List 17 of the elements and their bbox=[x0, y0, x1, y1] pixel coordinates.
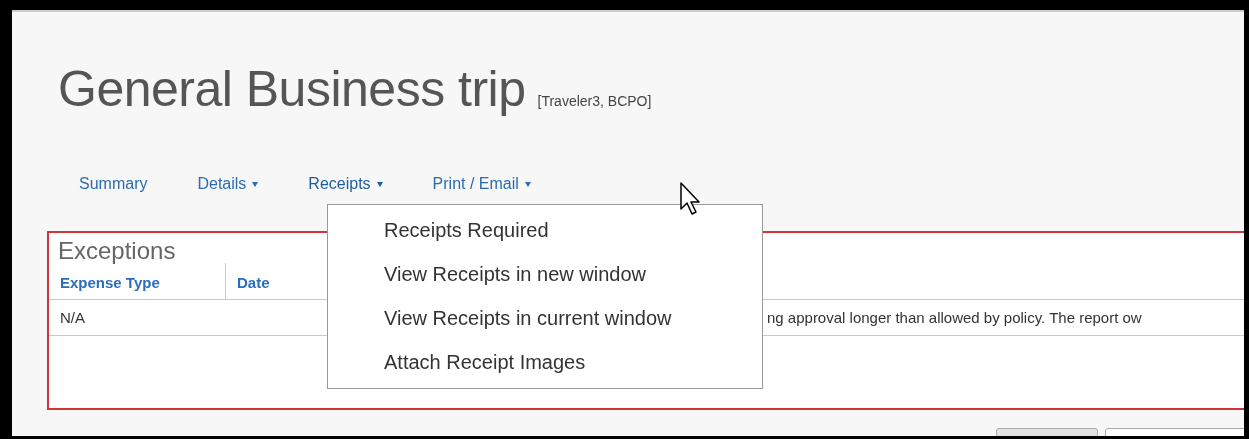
caret-icon bbox=[252, 181, 259, 187]
menu-item[interactable]: View Receipts in current window bbox=[328, 299, 762, 343]
nav-link[interactable]: Summary bbox=[79, 175, 148, 193]
report-title: General Business trip bbox=[58, 60, 526, 118]
column-header[interactable]: Expense Type bbox=[49, 263, 226, 299]
menu-item[interactable]: Attach Receipt Images bbox=[328, 343, 762, 387]
report-owner: [Traveler3, BCPO] bbox=[537, 93, 652, 109]
nav-link[interactable]: Receipts bbox=[308, 175, 383, 193]
caret-icon bbox=[524, 181, 531, 187]
menu-item[interactable]: View Receipts in new window bbox=[328, 255, 762, 299]
menu-item[interactable]: Receipts Required bbox=[328, 211, 762, 255]
table-cell: N/A bbox=[60, 309, 85, 326]
caret-icon bbox=[376, 181, 383, 187]
nav-link[interactable]: Print / Email bbox=[432, 175, 531, 193]
panel-title: Exceptions bbox=[58, 237, 176, 263]
nav-link[interactable]: Details bbox=[197, 175, 259, 193]
table-cell: ng approval longer than allowed by policy. The report ow bbox=[767, 309, 1142, 326]
